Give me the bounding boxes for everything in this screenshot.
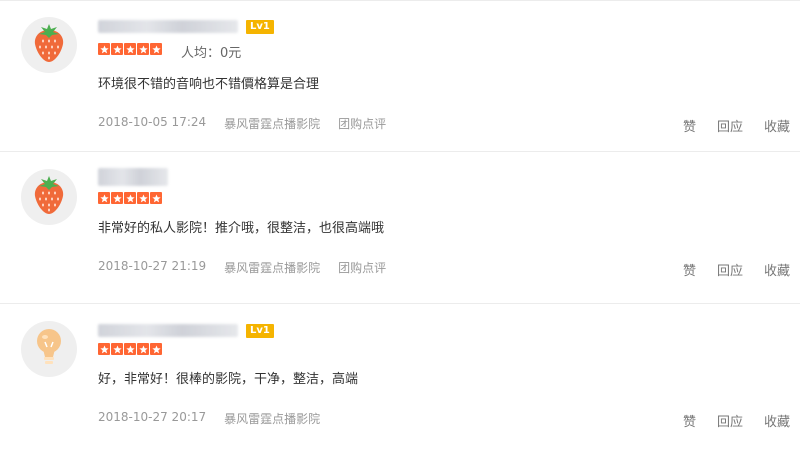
level-badge: Lv1: [246, 20, 274, 34]
favorite-button[interactable]: 收藏: [764, 411, 790, 430]
review-source: 团购点评: [338, 261, 387, 275]
star-icon: [150, 43, 162, 55]
review-meta: 2018-10-05 17:24 暴风雷霆点播影院 团购点评: [98, 115, 404, 132]
like-button[interactable]: 赞: [683, 116, 696, 135]
reply-button[interactable]: 回应: [717, 411, 743, 430]
review-item: Lv1 好，非常好！很棒的影院，干净，整洁，高端 2018-10-27 20:1…: [0, 304, 800, 456]
review-actions: 赞 回应 收藏: [662, 116, 790, 135]
like-button[interactable]: 赞: [683, 260, 696, 279]
star-icon: [124, 43, 136, 55]
star-icon: [98, 343, 110, 355]
username-blurred[interactable]: [98, 20, 238, 33]
review-source: 团购点评: [338, 117, 387, 131]
review-text: 非常好的私人影院！推介哦，很整洁，也很高端哦: [98, 221, 385, 236]
shop-link[interactable]: 暴风雷霆点播影院: [224, 259, 320, 276]
review-date: 2018-10-27 20:17: [98, 410, 207, 424]
star-icon: [150, 192, 162, 204]
review-list: Lv1 人均：0元 环境很不错的音响也不错價格算是合理 2018-10-05 1…: [0, 0, 800, 456]
review-text: 环境很不错的音响也不错價格算是合理: [98, 77, 320, 92]
star-icon: [124, 343, 136, 355]
avatar[interactable]: [21, 321, 77, 377]
star-icon: [111, 192, 123, 204]
review-text: 好，非常好！很棒的影院，干净，整洁，高端: [98, 372, 359, 387]
star-rating: [98, 343, 162, 355]
avatar[interactable]: [21, 169, 77, 225]
star-icon: [137, 343, 149, 355]
review-meta: 2018-10-27 20:17 暴风雷霆点播影院: [98, 410, 338, 427]
star-icon: [137, 192, 149, 204]
review-meta: 2018-10-27 21:19 暴风雷霆点播影院 团购点评: [98, 259, 404, 276]
like-button[interactable]: 赞: [683, 411, 696, 430]
shop-link[interactable]: 暴风雷霆点播影院: [224, 115, 320, 132]
star-icon: [150, 343, 162, 355]
star-icon: [98, 192, 110, 204]
review-item: 非常好的私人影院！推介哦，很整洁，也很高端哦 2018-10-27 21:19 …: [0, 152, 800, 304]
star-rating: [98, 43, 162, 55]
review-actions: 赞 回应 收藏: [662, 411, 790, 430]
review-item: Lv1 人均：0元 环境很不错的音响也不错價格算是合理 2018-10-05 1…: [0, 0, 800, 152]
review-date: 2018-10-27 21:19: [98, 259, 207, 273]
favorite-button[interactable]: 收藏: [764, 260, 790, 279]
strawberry-icon: [32, 22, 66, 68]
reply-button[interactable]: 回应: [717, 116, 743, 135]
avatar[interactable]: [21, 17, 77, 73]
star-rating: [98, 192, 162, 204]
star-icon: [98, 43, 110, 55]
star-icon: [111, 43, 123, 55]
average-price: 人均：0元: [181, 46, 242, 61]
star-icon: [111, 343, 123, 355]
star-icon: [124, 192, 136, 204]
review-actions: 赞 回应 收藏: [662, 260, 790, 279]
username-blurred[interactable]: [98, 168, 168, 186]
reply-button[interactable]: 回应: [717, 260, 743, 279]
strawberry-icon: [32, 174, 66, 220]
lightbulb-icon: [34, 327, 64, 371]
level-badge: Lv1: [246, 324, 274, 338]
review-date: 2018-10-05 17:24: [98, 115, 207, 129]
star-icon: [137, 43, 149, 55]
shop-link[interactable]: 暴风雷霆点播影院: [224, 410, 320, 427]
favorite-button[interactable]: 收藏: [764, 116, 790, 135]
username-blurred[interactable]: [98, 324, 238, 337]
